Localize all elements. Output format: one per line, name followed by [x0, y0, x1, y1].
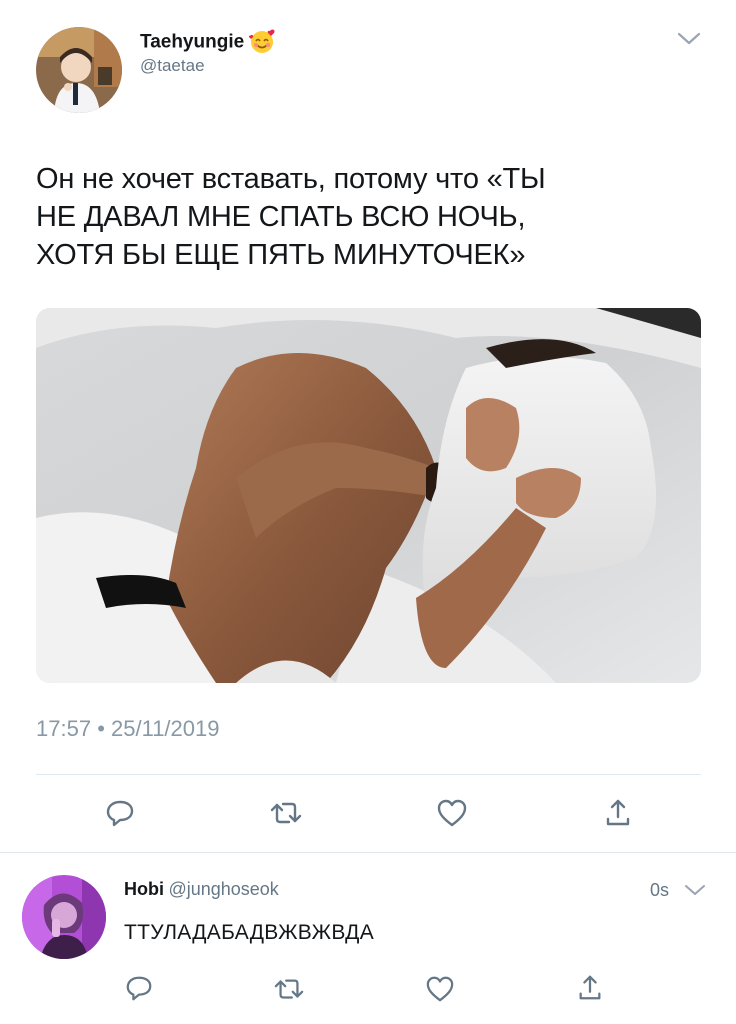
author-name[interactable]: Taehyungie [140, 32, 244, 53]
retweet-icon[interactable] [269, 797, 303, 829]
reply-text: ТТУЛАДАБАДВЖВЖВДА [124, 921, 375, 944]
chevron-down-icon[interactable] [676, 30, 702, 48]
like-icon[interactable] [425, 975, 455, 1003]
reply-author-name[interactable]: Hobi [124, 879, 164, 899]
tweet-text-line: Он не хочет вставать, потому что «ТЫ [36, 163, 546, 195]
tweet-text-line: НЕ ДАВАЛ МНЕ СПАТЬ ВСЮ НОЧЬ, [36, 201, 526, 233]
reply-author-handle[interactable]: @junghoseok [168, 879, 278, 899]
share-icon[interactable] [576, 973, 604, 1003]
reply-icon[interactable] [104, 797, 136, 829]
chevron-down-icon[interactable] [683, 882, 707, 898]
tweet-photo[interactable] [36, 308, 701, 683]
like-icon[interactable] [436, 798, 468, 828]
divider [0, 852, 736, 853]
tweet-text: Он не хочет вставать, потому что «ТЫ НЕ … [36, 160, 716, 274]
meta-separator: • [97, 716, 105, 741]
reply-age: 0s [650, 880, 670, 900]
reply-icon[interactable] [124, 973, 154, 1003]
tweet-date: 25/11/2019 [111, 716, 220, 741]
author-avatar[interactable] [36, 27, 122, 113]
author-handle[interactable]: @taetae [140, 56, 205, 76]
tweet-timestamp: 17:57 • 25/11/2019 [36, 716, 220, 742]
tweet-text-line: ХОТЯ БЫ ЕЩЕ ПЯТЬ МИНУТОЧЕК» [36, 239, 526, 271]
divider [36, 774, 701, 775]
share-icon[interactable] [603, 797, 633, 829]
smiling-face-with-hearts-icon [248, 28, 277, 59]
reply-avatar[interactable] [22, 875, 106, 959]
retweet-icon[interactable] [273, 974, 305, 1004]
tweet-time: 17:57 [36, 716, 92, 741]
